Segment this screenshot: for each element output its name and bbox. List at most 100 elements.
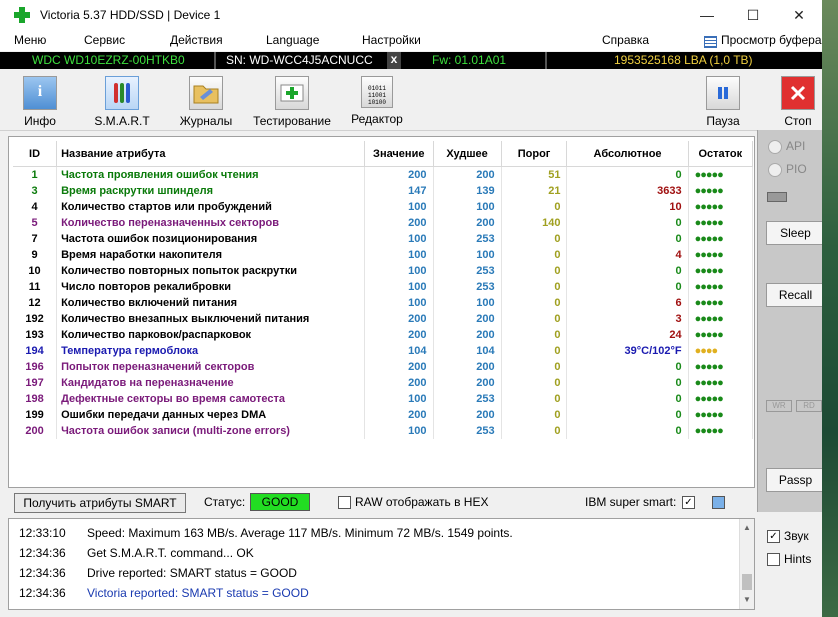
testing-button[interactable]: Тестирование [252, 76, 332, 128]
col-name[interactable]: Название атрибута [56, 141, 366, 167]
smart-table-panel: ID Название атрибута Значение Худшее Пор… [8, 136, 755, 488]
device-bar: WDC WD10EZRZ-00HTKB0 SN: WD-WCC4J5ACNUCC… [0, 52, 822, 69]
minimize-button[interactable]: — [684, 0, 730, 30]
sound-checkbox[interactable]: ✓ [767, 530, 780, 543]
raw-hex-checkbox[interactable] [338, 496, 351, 509]
smart-name: Ошибки передачи данных через DMA [56, 407, 366, 423]
stop-button[interactable]: Стоп [776, 76, 820, 128]
menu-language[interactable]: Language [266, 33, 319, 47]
log-message: Get S.M.A.R.T. command... OK [87, 546, 254, 560]
scroll-thumb[interactable] [742, 574, 752, 590]
menu-service[interactable]: Сервис [84, 33, 125, 47]
smart-row[interactable]: 200 Частота ошибок записи (multi-zone err… [13, 423, 754, 439]
menu-buffer-viewer[interactable]: Просмотр буфера [721, 33, 822, 47]
recall-button[interactable]: Recall [766, 283, 822, 307]
smart-id: 1 [13, 166, 58, 183]
smart-remain: ●●●●● [688, 327, 754, 343]
smart-threshold: 51 [501, 166, 568, 183]
smart-row[interactable]: 199 Ошибки передачи данных через DMA 200 20… [13, 407, 754, 423]
logs-button[interactable]: Журналы [176, 76, 236, 128]
smart-worst: 104 [433, 343, 502, 359]
smart-row[interactable]: 3 Время раскрутки шпинделя 147 139 21 3633 ●●●… [13, 183, 754, 199]
editor-button[interactable]: 01011 11001 10100 Редактор [348, 76, 406, 126]
get-smart-button[interactable]: Получить атрибуты SMART [14, 493, 186, 513]
smart-id: 5 [13, 215, 58, 231]
ibm-checkbox[interactable]: ✓ [682, 496, 695, 509]
device-close-button[interactable]: x [387, 52, 401, 69]
menu-help[interactable]: Справка [602, 33, 649, 47]
smart-row[interactable]: 198 Дефектные секторы во время самотеста 1… [13, 391, 754, 407]
smart-raw: 0 [566, 231, 689, 247]
smart-worst: 200 [433, 327, 502, 343]
smart-name: Время раскрутки шпинделя [56, 183, 366, 199]
smart-row[interactable]: 197 Кандидатов на переназначение 200 200 0 0 ●… [13, 375, 754, 391]
smart-id: 194 [13, 343, 58, 359]
log-message: Drive reported: SMART status = GOOD [87, 566, 297, 580]
smart-row[interactable]: 193 Количество парковок/распарковок 200 200… [13, 327, 754, 343]
passp-button[interactable]: Passp [766, 468, 822, 492]
scroll-up-icon[interactable]: ▲ [743, 523, 751, 532]
smart-row[interactable]: 1 Частота проявления ошибок чтения 200 200 5… [13, 166, 754, 183]
smart-remain: ●●●●● [688, 199, 754, 215]
api-radio[interactable] [768, 140, 782, 154]
log-scrollbar[interactable]: ▲ ▼ [739, 519, 754, 609]
smart-row[interactable]: 196 Попыток переназначений секторов 200 200… [13, 359, 754, 375]
smart-name: Кандидатов на переназначение [56, 375, 366, 391]
editor-label: Редактор [351, 112, 403, 126]
smart-row[interactable]: 5 Количество переназначенных секторов 200 2… [13, 215, 754, 231]
pio-radio[interactable] [768, 163, 782, 177]
smart-worst: 200 [433, 407, 502, 423]
col-worst[interactable]: Худшее [433, 141, 502, 167]
smart-raw: 0 [566, 263, 689, 279]
smart-row[interactable]: 11 Число повторов рекалибровки 100 253 0 0 ●●●… [13, 279, 754, 295]
smart-threshold: 21 [501, 183, 568, 199]
smart-button[interactable]: S.M.A.R.T [92, 76, 152, 128]
smart-worst: 100 [433, 247, 502, 263]
smart-raw: 0 [566, 215, 689, 231]
col-threshold[interactable]: Порог [501, 141, 568, 167]
smart-threshold: 0 [501, 311, 568, 327]
device-serial: SN: WD-WCC4J5ACNUCC [226, 53, 373, 67]
smart-id: 9 [13, 247, 58, 263]
smart-remain: ●●●●● [688, 423, 754, 439]
smart-row[interactable]: 4 Количество стартов или пробуждений 100 10… [13, 199, 754, 215]
close-button[interactable]: ✕ [776, 0, 822, 30]
status-label: Статус: [204, 495, 246, 509]
smart-row[interactable]: 9 Время наработки накопителя 100 100 0 4 ●●●●● [13, 247, 754, 263]
hints-checkbox[interactable] [767, 553, 780, 566]
smart-row[interactable]: 7 Частота ошибок позиционирования 100 253 0 0… [13, 231, 754, 247]
smart-row[interactable]: 192 Количество внезапных выключений питан… [13, 311, 754, 327]
menu-main[interactable]: Меню [14, 33, 46, 47]
col-id[interactable]: ID [13, 141, 58, 167]
smart-value: 100 [364, 231, 434, 247]
col-value[interactable]: Значение [364, 141, 434, 167]
smart-row[interactable]: 194 Температура гермоблока 104 104 0 39°C/102… [13, 343, 754, 359]
maximize-button[interactable]: ☐ [730, 0, 776, 30]
wr-indicator: WR [766, 400, 792, 412]
smart-raw: 24 [566, 327, 689, 343]
smart-raw: 0 [566, 166, 689, 183]
pause-button[interactable]: Пауза [700, 76, 746, 128]
menu-actions[interactable]: Действия [170, 33, 223, 47]
col-remain[interactable]: Остаток [688, 141, 754, 167]
device-model[interactable]: WDC WD10EZRZ-00HTKB0 [32, 53, 185, 67]
menu-settings[interactable]: Настройки [362, 33, 421, 47]
smart-threshold: 0 [501, 199, 568, 215]
app-window: Victoria 5.37 HDD/SSD | Device 1 — ☐ ✕ М… [0, 0, 822, 617]
smart-raw: 0 [566, 375, 689, 391]
sound-label: Звук [784, 529, 809, 543]
victoria-cross-icon [14, 7, 30, 23]
smart-threshold: 0 [501, 391, 568, 407]
menu-bar: Меню Сервис Действия Language Настройки … [0, 30, 822, 51]
scroll-down-icon[interactable]: ▼ [743, 595, 751, 604]
smart-row[interactable]: 10 Количество повторных попыток раскрутки… [13, 263, 754, 279]
smart-raw: 0 [566, 407, 689, 423]
col-raw[interactable]: Абсолютное [566, 141, 689, 167]
smart-row[interactable]: 12 Количество включений питания 100 100 0 6 ●●… [13, 295, 754, 311]
smart-remain: ●●●● [688, 343, 754, 359]
sleep-button[interactable]: Sleep [766, 221, 822, 245]
smart-remain: ●●●●● [688, 375, 754, 391]
info-button[interactable]: i Инфо [17, 76, 63, 128]
log-panel: 12:33:10 Speed: Maximum 163 MB/s. Average… [8, 518, 755, 610]
smart-id: 7 [13, 231, 58, 247]
